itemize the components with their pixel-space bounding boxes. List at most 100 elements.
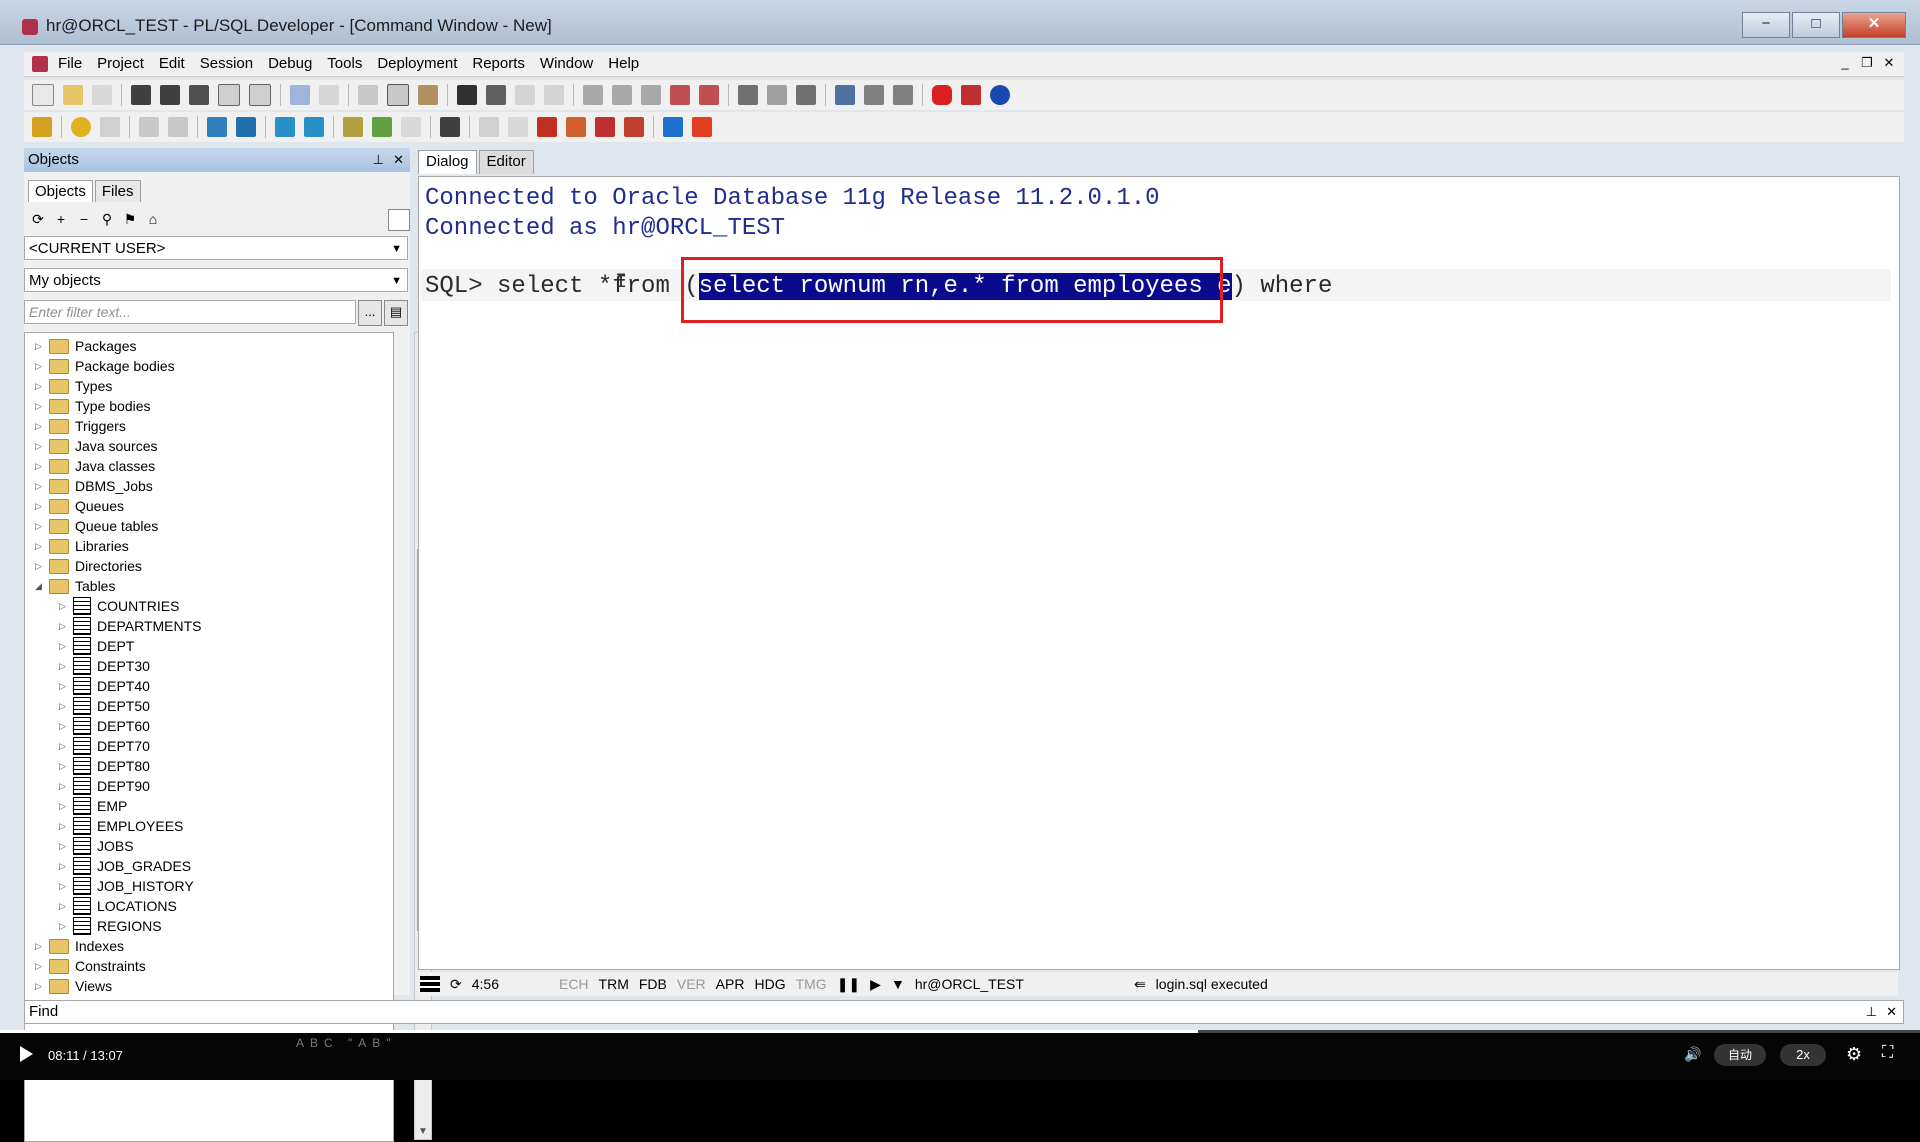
- tree-node[interactable]: ▷ DEPT70: [59, 736, 150, 756]
- plugin-2-icon[interactable]: [508, 117, 528, 137]
- menu-item-reports[interactable]: Reports: [472, 55, 525, 72]
- undo-icon[interactable]: [290, 85, 310, 105]
- tree-node[interactable]: ▷ LOCATIONS: [59, 896, 177, 916]
- tree-node[interactable]: ▷ DEPT60: [59, 716, 150, 736]
- menu-item-file[interactable]: File: [58, 55, 82, 72]
- expand-icon[interactable]: ▷: [35, 536, 45, 556]
- plugin-3-icon[interactable]: [537, 117, 557, 137]
- cascade-icon[interactable]: [893, 85, 913, 105]
- volume-icon[interactable]: 🔊: [1684, 1046, 1701, 1063]
- menu-item-tools[interactable]: Tools: [327, 55, 362, 72]
- tree-node[interactable]: ◢ Tables: [35, 576, 115, 596]
- info-icon[interactable]: [990, 85, 1010, 105]
- tree-node[interactable]: ▷ DEPT50: [59, 696, 150, 716]
- menu-item-debug[interactable]: Debug: [268, 55, 312, 72]
- menu-item-window[interactable]: Window: [540, 55, 593, 72]
- tree-node[interactable]: ▷ Libraries: [35, 536, 129, 556]
- tree-node[interactable]: ▷ Directories: [35, 556, 142, 576]
- expand-icon[interactable]: ▷: [35, 956, 45, 976]
- refresh-icon[interactable]: ⟳: [30, 211, 46, 227]
- expand-icon[interactable]: ▷: [59, 676, 69, 696]
- tile-icon[interactable]: [864, 85, 884, 105]
- tree-node[interactable]: ▷ DEPT40: [59, 676, 150, 696]
- menu-item-deployment[interactable]: Deployment: [377, 55, 457, 72]
- new-icon[interactable]: [32, 84, 54, 106]
- expand-icon[interactable]: ▷: [59, 616, 69, 636]
- key-icon[interactable]: [32, 117, 52, 137]
- gear-icon[interactable]: ⚙: [1846, 1044, 1862, 1065]
- maximize-button[interactable]: □: [1792, 12, 1840, 38]
- expand-icon[interactable]: ▷: [59, 756, 69, 776]
- close-icon[interactable]: ✕: [393, 148, 404, 172]
- filter-edit-button[interactable]: ▤: [384, 300, 408, 326]
- minimize-button[interactable]: −: [1742, 12, 1790, 38]
- logon-icon[interactable]: [304, 117, 324, 137]
- plugin-4-icon[interactable]: [566, 117, 586, 137]
- collapse-icon[interactable]: ◢: [35, 576, 45, 596]
- status-flag-apr[interactable]: APR: [716, 976, 745, 992]
- navigate-back-icon[interactable]: [515, 85, 535, 105]
- expand-icon[interactable]: ▷: [35, 416, 45, 436]
- expand-icon[interactable]: ▷: [35, 496, 45, 516]
- sql-window-icon[interactable]: [236, 117, 256, 137]
- expand-icon[interactable]: ▷: [35, 376, 45, 396]
- plugin-1-icon[interactable]: [479, 117, 499, 137]
- tab-editor[interactable]: Editor: [478, 150, 534, 174]
- macro-library-icon[interactable]: [796, 85, 816, 105]
- expand-icon[interactable]: ▷: [59, 656, 69, 676]
- arrow-right-blue-icon[interactable]: [663, 117, 683, 137]
- expand-icon[interactable]: ▷: [59, 796, 69, 816]
- status-flag-trm[interactable]: TRM: [599, 976, 629, 992]
- objects-checkbox[interactable]: [388, 209, 410, 231]
- folder-filter-icon[interactable]: ⌂: [145, 211, 161, 227]
- pin-icon[interactable]: ⊥: [1866, 1001, 1877, 1023]
- copy-icon[interactable]: [387, 84, 409, 106]
- expand-icon[interactable]: ▷: [35, 936, 45, 956]
- arrow-right-red-icon[interactable]: [692, 117, 712, 137]
- open-folder-icon[interactable]: [63, 85, 83, 105]
- tree-node[interactable]: ▷ EMP: [59, 796, 127, 816]
- save-all-icon[interactable]: [189, 85, 209, 105]
- tree-node[interactable]: ▷ Type bodies: [35, 396, 151, 416]
- tree-node[interactable]: ▷ Triggers: [35, 416, 126, 436]
- wrench-icon[interactable]: [440, 117, 460, 137]
- tab-objects[interactable]: Objects: [28, 180, 93, 202]
- document-icon[interactable]: [401, 117, 421, 137]
- expand-icon[interactable]: ▷: [59, 856, 69, 876]
- report-icon[interactable]: [372, 117, 392, 137]
- execute-gear-icon[interactable]: [71, 117, 91, 137]
- macro-play-icon[interactable]: [767, 85, 787, 105]
- tree-node[interactable]: ▷ Indexes: [35, 936, 124, 956]
- tree-node[interactable]: ▷ DEPT90: [59, 776, 150, 796]
- rollback-icon[interactable]: [168, 117, 188, 137]
- video-progress-bar[interactable]: [0, 1030, 1920, 1033]
- expand-icon[interactable]: ▷: [35, 476, 45, 496]
- save-icon[interactable]: [131, 85, 151, 105]
- mdi-restore-button[interactable]: ❐: [1858, 54, 1876, 72]
- mdi-close-button[interactable]: ✕: [1880, 54, 1898, 72]
- tree-node[interactable]: ▷ Package bodies: [35, 356, 175, 376]
- tree-node[interactable]: ▷ REGIONS: [59, 916, 162, 936]
- remove-icon[interactable]: −: [76, 211, 92, 227]
- expand-icon[interactable]: ▷: [35, 516, 45, 536]
- expand-icon[interactable]: ▷: [59, 896, 69, 916]
- tab-dialog[interactable]: Dialog: [418, 150, 477, 174]
- tree-node[interactable]: ▷ DEPT30: [59, 656, 150, 676]
- unindent-icon[interactable]: [612, 85, 632, 105]
- print-setup-icon[interactable]: [249, 84, 271, 106]
- add-icon[interactable]: +: [53, 211, 69, 227]
- find-replace-icon[interactable]: [486, 85, 506, 105]
- expand-icon[interactable]: ▷: [35, 556, 45, 576]
- play-icon[interactable]: ▶: [870, 976, 881, 993]
- clear-icon[interactable]: [699, 85, 719, 105]
- menu-item-help[interactable]: Help: [608, 55, 639, 72]
- expand-icon[interactable]: ▷: [59, 736, 69, 756]
- close-icon[interactable]: ✕: [1886, 1001, 1897, 1023]
- expand-icon[interactable]: ▷: [59, 596, 69, 616]
- commit-icon[interactable]: [139, 117, 159, 137]
- menu-item-project[interactable]: Project: [97, 55, 144, 72]
- expand-icon[interactable]: ▷: [59, 916, 69, 936]
- connection-dropdown-icon[interactable]: ▼: [891, 976, 905, 992]
- menu-item-session[interactable]: Session: [200, 55, 253, 72]
- user-select[interactable]: <CURRENT USER> ▼: [24, 236, 408, 260]
